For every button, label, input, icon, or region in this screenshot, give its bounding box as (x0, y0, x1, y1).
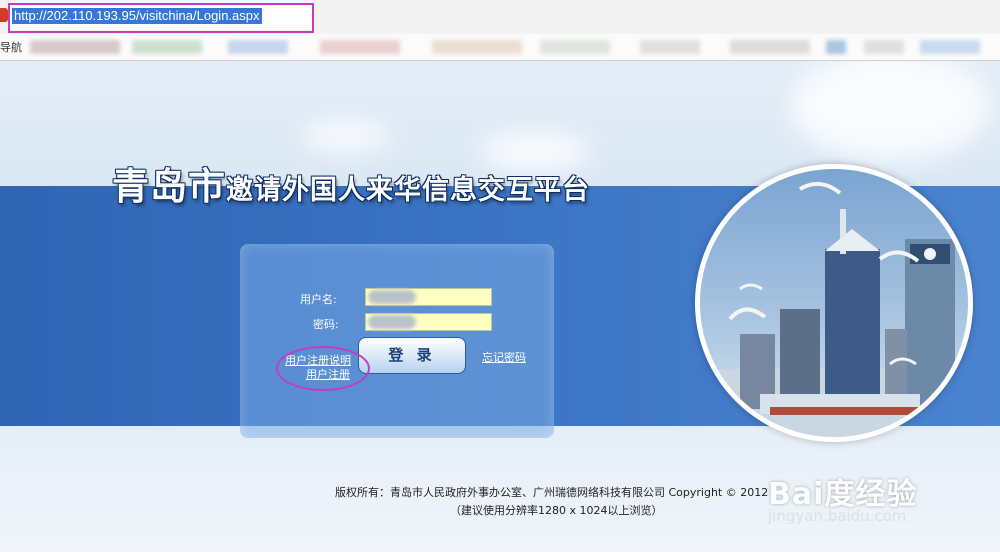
login-page: 青岛市邀请外国人来华信息交互平台 用户名: 密码: 登 录 忘记密码 用户注册说… (0, 61, 1000, 552)
browser-address-bar: http://202.110.193.95/visitchina/Login.a… (0, 0, 1000, 35)
title-city: 青岛市 (112, 165, 226, 208)
bookmark-item-blurred[interactable] (30, 40, 120, 54)
username-label: 用户名: (300, 293, 337, 306)
bookmark-item-blurred[interactable] (540, 40, 610, 54)
sky-cloud (300, 121, 390, 151)
login-panel: 用户名: 密码: 登 录 忘记密码 用户注册说明 用户注册 (240, 244, 554, 438)
copyright-text: 版权所有：青岛市人民政府外事办公室、广州瑞德网络科技有限公司 Copyright… (335, 486, 769, 499)
bookmark-item[interactable]: 导航 (0, 39, 22, 55)
watermark-url: jingyan.baidu.com (768, 507, 907, 525)
bookmark-item-blurred[interactable] (920, 40, 980, 54)
city-photo (695, 164, 973, 442)
bookmarks-bar: 导航 (0, 34, 1000, 61)
baidu-watermark: Bai度经验 jingyan.baidu.com (768, 469, 917, 525)
username-input[interactable] (365, 288, 492, 306)
redacted-value (368, 315, 416, 329)
login-button[interactable]: 登 录 (358, 337, 466, 374)
site-favicon-icon (0, 8, 8, 22)
forgot-password-link[interactable]: 忘记密码 (482, 349, 526, 365)
bookmark-item-blurred[interactable] (826, 40, 846, 54)
bookmark-item-blurred[interactable] (132, 40, 202, 54)
bookmark-item-blurred[interactable] (320, 40, 400, 54)
page-title: 青岛市邀请外国人来华信息交互平台 (112, 156, 590, 210)
register-annotation-circle (276, 346, 370, 391)
resolution-note: （建议使用分辨率1280 x 1024以上浏览） (450, 504, 663, 517)
city-skyline-image (700, 181, 968, 437)
bookmark-item-blurred[interactable] (864, 40, 904, 54)
sky-cloud (790, 61, 990, 161)
bookmark-item-blurred[interactable] (730, 40, 810, 54)
password-label: 密码: (313, 318, 339, 331)
bookmark-item-blurred[interactable] (228, 40, 288, 54)
password-input[interactable] (365, 313, 492, 331)
bookmark-item-blurred[interactable] (432, 40, 522, 54)
redacted-value (368, 290, 416, 304)
title-subtitle: 邀请外国人来华信息交互平台 (226, 175, 590, 206)
url-field[interactable]: http://202.110.193.95/visitchina/Login.a… (12, 8, 262, 24)
bookmark-item-blurred[interactable] (640, 40, 700, 54)
